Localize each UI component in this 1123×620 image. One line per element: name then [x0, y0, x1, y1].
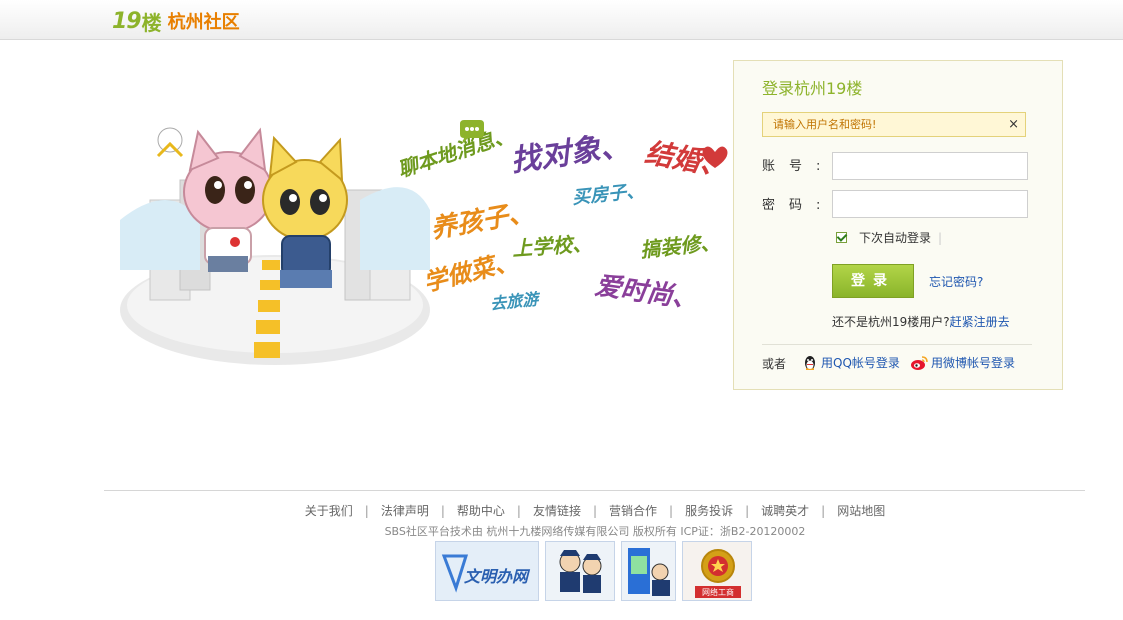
weibo-icon: [911, 355, 928, 370]
login-button[interactable]: 登录: [832, 264, 914, 298]
qq-penguin-icon: [805, 355, 815, 370]
chat-bubble-icon: [460, 120, 484, 144]
illus-word-school: 上学校、: [511, 231, 593, 261]
footer-link-marketing[interactable]: 营销合作: [609, 504, 657, 518]
footer-link-help[interactable]: 帮助中心: [457, 504, 505, 518]
copyright-text: SBS社区平台技术由 杭州十九楼网络传媒有限公司 版权所有 ICP证：浙B2-2…: [384, 525, 806, 538]
login-panel: 登录杭州19楼 请输入用户名和密码! × 账号: 密码: 下次自动登录 | 登录…: [733, 60, 1063, 390]
remember-label: 下次自动登录: [859, 231, 932, 245]
remember-me[interactable]: 下次自动登录 |: [836, 229, 942, 246]
police-kiosk-icon: [628, 548, 670, 596]
wenming-badge[interactable]: 文明办网: [435, 541, 539, 601]
top-bar: 19 楼 杭州社区: [0, 0, 1123, 40]
password-input[interactable]: [832, 190, 1028, 218]
illus-word-buy-house: 买房子、: [571, 180, 646, 209]
police-officers-icon: [559, 550, 602, 593]
footer-divider: [104, 490, 1085, 491]
wenming-text: 文明办网: [464, 567, 531, 586]
error-alert: 请输入用户名和密码! ×: [762, 112, 1026, 137]
cartoon-cats-city-illustration: [120, 127, 430, 365]
or-label: 或者: [762, 357, 787, 371]
footer-link-jobs[interactable]: 诚聘英才: [761, 504, 809, 518]
footer-link-complaints[interactable]: 服务投诉: [685, 504, 733, 518]
footer-link-sitemap[interactable]: 网站地图: [837, 504, 885, 518]
logo-number: 19: [112, 8, 142, 34]
alert-message: 请输入用户名和密码!: [773, 118, 877, 131]
login-divider: [762, 344, 1032, 345]
illus-word-decorate: 搞装修、: [639, 229, 722, 263]
not-user-text: 还不是杭州19楼用户?: [832, 315, 950, 329]
logo-lou-glyph: 楼: [141, 10, 162, 35]
weibo-login-label: 用微博帐号登录: [931, 356, 1016, 370]
gongshang-badge[interactable]: 网络工商: [682, 541, 752, 601]
qq-login-label: 用QQ帐号登录: [821, 356, 900, 370]
heart-decoration-icon: [702, 146, 728, 168]
police-kiosk-badge[interactable]: [621, 541, 676, 601]
site-logo[interactable]: 19 楼 杭州社区: [112, 8, 240, 35]
account-input[interactable]: [832, 152, 1028, 180]
forgot-password-link[interactable]: 忘记密码?: [929, 273, 983, 290]
certification-badges: 文明办网 网络工商: [435, 541, 752, 601]
remember-separator: |: [938, 230, 943, 245]
footer-links: 关于我们 | 法律声明 | 帮助中心 | 友情链接 | 营销合作 | 服务投诉 | 诚聘英才 | 网站地图: [304, 504, 886, 518]
illus-word-travel: 去旅游: [489, 289, 540, 314]
weibo-login-link[interactable]: 用微博帐号登录: [910, 354, 1015, 371]
register-link[interactable]: 赶紧注册去: [950, 315, 1010, 329]
police-badge[interactable]: [545, 541, 615, 601]
footer-link-about[interactable]: 关于我们: [305, 504, 353, 518]
illus-word-find-partner: 找对象、: [508, 127, 633, 180]
gongshang-emblem-icon: 网络工商: [695, 549, 741, 598]
password-label: 密码:: [762, 198, 835, 213]
register-prompt: 还不是杭州19楼用户?赶紧注册去: [832, 313, 1010, 330]
close-icon[interactable]: ×: [1008, 113, 1019, 136]
footer-link-friends[interactable]: 友情链接: [533, 504, 581, 518]
gongshang-text: 网络工商: [702, 587, 734, 597]
illus-word-fashion: 爱时尚、: [593, 270, 701, 316]
remember-checkbox[interactable]: [836, 232, 847, 243]
qq-login-link[interactable]: 用QQ帐号登录: [802, 354, 900, 371]
hero-illustration: 聊本地消息、 找对象、 结婚、 养孩子、 买房子、 上学校、 搞装修、 学做菜、…: [110, 100, 731, 380]
footer-link-legal[interactable]: 法律声明: [381, 504, 429, 518]
wenming-logo-icon: 文明办网: [441, 554, 531, 593]
logo-site-name: 杭州社区: [167, 12, 240, 33]
account-label: 账号:: [762, 159, 835, 174]
login-title: 登录杭州19楼: [762, 79, 863, 98]
